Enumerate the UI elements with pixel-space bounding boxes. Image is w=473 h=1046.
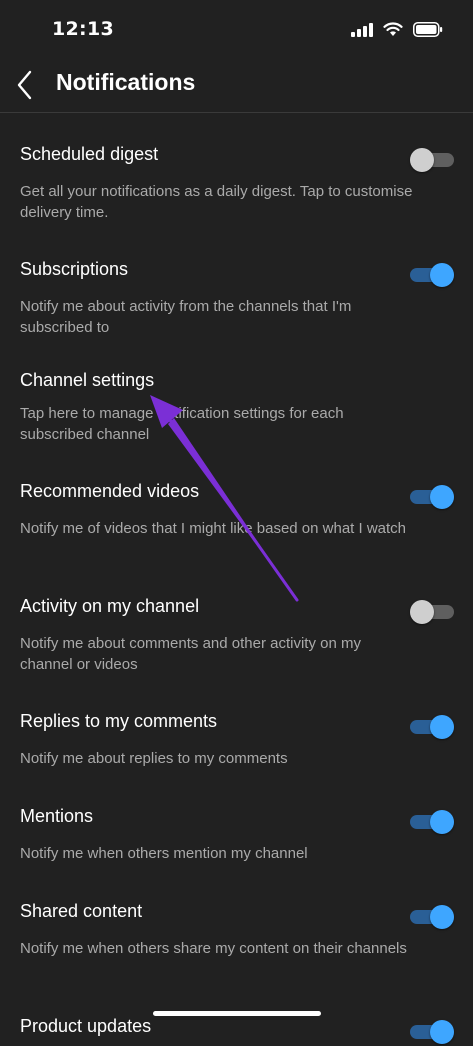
setting-title: Product updates bbox=[20, 1016, 152, 1036]
back-arrow-icon[interactable] bbox=[14, 68, 38, 102]
replies-to-my-comments-toggle[interactable] bbox=[410, 715, 454, 739]
setting-title: Scheduled digest bbox=[20, 144, 159, 164]
home-indicator bbox=[153, 1011, 321, 1016]
activity-on-my-channel-toggle[interactable] bbox=[410, 600, 454, 624]
setting-description: Notify me about comments and other activ… bbox=[20, 635, 361, 673]
cellular-signal-icon bbox=[351, 22, 373, 37]
setting-title: Activity on my channel bbox=[20, 596, 200, 616]
subscriptions-toggle[interactable] bbox=[410, 263, 454, 287]
setting-activity-on-my-channel[interactable]: Activity on my channel Notify me about c… bbox=[0, 596, 473, 686]
setting-replies-to-my-comments[interactable]: Replies to my comments Notify me about r… bbox=[0, 711, 473, 781]
wifi-icon bbox=[383, 22, 403, 36]
setting-description: Tap here to manage notification settings… bbox=[20, 405, 344, 443]
setting-title: Mentions bbox=[20, 806, 94, 826]
setting-title: Recommended videos bbox=[20, 481, 200, 501]
setting-subscriptions[interactable]: Subscriptions Notify me about activity f… bbox=[0, 259, 473, 349]
setting-mentions[interactable]: Mentions Notify me when others mention m… bbox=[0, 806, 473, 876]
setting-product-updates[interactable]: Product updates bbox=[0, 1016, 473, 1046]
setting-channel-settings[interactable]: Channel settings Tap here to manage noti… bbox=[0, 370, 473, 460]
status-bar: 12:13 bbox=[0, 0, 473, 60]
setting-description: Notify me of videos that I might like ba… bbox=[20, 520, 407, 537]
status-icons bbox=[351, 22, 443, 37]
setting-description: Notify me when others mention my channel bbox=[20, 845, 308, 862]
recommended-videos-toggle[interactable] bbox=[410, 485, 454, 509]
status-time: 12:13 bbox=[52, 18, 114, 40]
scheduled-digest-toggle[interactable] bbox=[410, 148, 454, 172]
setting-recommended-videos[interactable]: Recommended videos Notify me of videos t… bbox=[0, 481, 473, 571]
header: Notifications bbox=[0, 60, 473, 112]
mentions-toggle[interactable] bbox=[410, 810, 454, 834]
battery-icon bbox=[413, 22, 443, 37]
setting-title: Subscriptions bbox=[20, 259, 129, 279]
setting-description: Notify me when others share my content o… bbox=[20, 940, 407, 957]
page-title: Notifications bbox=[56, 69, 196, 95]
setting-description: Get all your notifications as a daily di… bbox=[20, 183, 413, 221]
product-updates-toggle[interactable] bbox=[410, 1020, 454, 1044]
shared-content-toggle[interactable] bbox=[410, 905, 454, 929]
setting-description: Notify me about replies to my comments bbox=[20, 750, 288, 767]
header-divider bbox=[0, 112, 473, 113]
setting-scheduled-digest[interactable]: Scheduled digest Get all your notificati… bbox=[0, 144, 473, 234]
setting-title: Channel settings bbox=[20, 370, 155, 390]
setting-shared-content[interactable]: Shared content Notify me when others sha… bbox=[0, 901, 473, 991]
setting-title: Replies to my comments bbox=[20, 711, 218, 731]
setting-title: Shared content bbox=[20, 901, 143, 921]
setting-description: Notify me about activity from the channe… bbox=[20, 298, 352, 336]
